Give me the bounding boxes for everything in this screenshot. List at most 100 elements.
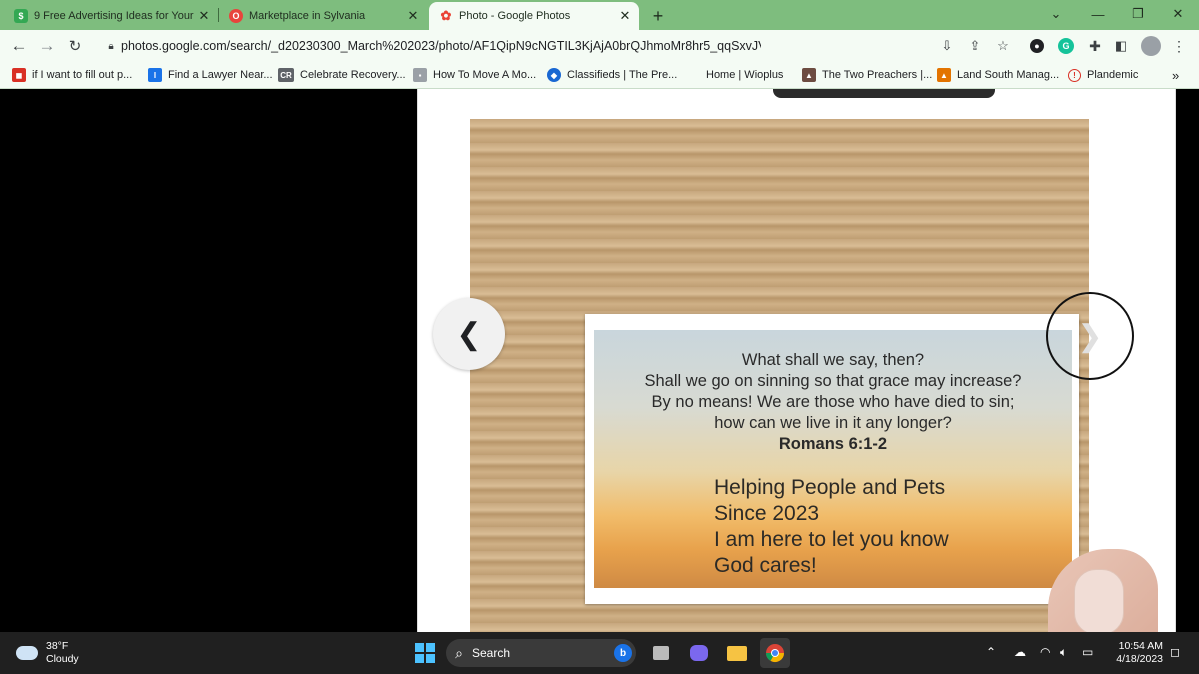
- bookmark-item[interactable]: I Find a Lawyer Near...: [148, 67, 273, 83]
- battery-icon[interactable]: ▭: [1082, 645, 1093, 659]
- bookmark-item[interactable]: ▲ The Two Preachers |...: [802, 67, 932, 83]
- tab-search-button[interactable]: ⌄: [1036, 0, 1076, 28]
- reload-button[interactable]: ↻: [64, 35, 86, 57]
- teams-chat-icon: [690, 645, 708, 661]
- file-explorer-button[interactable]: [722, 638, 752, 668]
- bookmark-label: Find a Lawyer Near...: [168, 69, 273, 81]
- weather-widget[interactable]: 38°F Cloudy: [16, 640, 79, 666]
- close-tab-icon[interactable]: ✕: [405, 8, 421, 24]
- previous-photo-button[interactable]: ❮: [433, 298, 505, 370]
- verse-line: By no means! We are those who have died …: [651, 393, 1015, 411]
- bookmark-label: Land South Manag...: [957, 69, 1060, 81]
- plus-icon: +: [652, 5, 664, 26]
- clock-date: 4/18/2023: [1116, 653, 1163, 665]
- tab-google-photos[interactable]: ✿ Photo - Google Photos ✕: [429, 2, 639, 30]
- side-panel-icon[interactable]: ◧: [1112, 37, 1130, 55]
- close-window-button[interactable]: ✕: [1158, 0, 1198, 28]
- tray-overflow-icon[interactable]: ⌃: [986, 645, 996, 659]
- url-text[interactable]: photos.google.com/search/_d20230300_Marc…: [121, 39, 761, 53]
- bookmark-item[interactable]: ◼ if I want to fill out p...: [12, 67, 132, 83]
- weather-temperature: 38°F: [46, 640, 69, 652]
- arrow-left-icon: ←: [10, 36, 28, 55]
- tagline-line: God cares!: [714, 554, 817, 577]
- restore-icon: ❐: [1132, 6, 1144, 21]
- bookmark-favicon-icon: ▲: [802, 68, 816, 82]
- search-label: Search: [472, 646, 511, 660]
- close-tab-icon[interactable]: ✕: [617, 8, 633, 24]
- chevron-down-icon: ⌄: [1050, 6, 1062, 21]
- extension-icon[interactable]: ●: [1030, 39, 1044, 53]
- verse-text: What shall we say, then? Shall we go on …: [594, 350, 1072, 455]
- minimize-icon: —: [1091, 6, 1105, 22]
- bookmark-label: How To Move A Mo...: [433, 69, 537, 81]
- install-app-icon[interactable]: ⇩: [938, 37, 956, 55]
- cloud-icon: [16, 646, 38, 660]
- chat-button[interactable]: [684, 638, 714, 668]
- verse-line: Shall we go on sinning so that grace may…: [644, 372, 1022, 390]
- tab-title: Marketplace in Sylvania: [249, 10, 366, 22]
- photo-image: What shall we say, then? Shall we go on …: [470, 119, 1158, 632]
- restore-button[interactable]: ❐: [1118, 0, 1158, 28]
- onedrive-icon[interactable]: ☁: [1014, 645, 1026, 659]
- bookmark-item[interactable]: Home | Wioplus: [686, 67, 783, 83]
- taskbar-search[interactable]: ⌕ Search b: [446, 639, 636, 667]
- avatar[interactable]: [1141, 36, 1161, 56]
- grammarly-icon[interactable]: G: [1058, 38, 1074, 54]
- more-bookmarks-button[interactable]: »: [1172, 67, 1179, 83]
- bookmark-favicon-icon: ▲: [937, 68, 951, 82]
- minimize-button[interactable]: —: [1078, 0, 1118, 28]
- close-tab-icon[interactable]: ✕: [196, 8, 212, 24]
- bookmark-item[interactable]: ▪ How To Move A Mo...: [413, 67, 536, 83]
- search-icon: ⌕: [455, 644, 463, 661]
- marketplace-icon: O: [229, 9, 243, 23]
- folder-icon: [727, 645, 747, 661]
- thumbnail-nail: [1074, 569, 1124, 632]
- verse-line: how can we live in it any longer?: [714, 414, 952, 432]
- notifications-icon[interactable]: ◻: [1170, 645, 1180, 659]
- verse-reference: Romans 6:1-2: [778, 435, 888, 453]
- bookmark-favicon-icon: ▪: [413, 68, 427, 82]
- wifi-icon[interactable]: ◠: [1040, 645, 1050, 659]
- bookmark-item[interactable]: ▲ Land South Manag...: [937, 67, 1059, 83]
- bookmark-item[interactable]: CR Celebrate Recovery...: [278, 67, 406, 83]
- chrome-taskbar-button[interactable]: [760, 638, 790, 668]
- bookmark-label: Plandemic: [1087, 69, 1139, 81]
- new-tab-button[interactable]: +: [645, 2, 671, 30]
- volume-icon[interactable]: 🔈︎: [1060, 645, 1067, 660]
- next-photo-button[interactable]: ❯: [1046, 292, 1134, 380]
- tagline-line: Helping People and Pets: [714, 476, 946, 499]
- verse-line: What shall we say, then?: [741, 351, 925, 369]
- puzzle-icon[interactable]: ✚: [1086, 37, 1104, 55]
- bookmark-favicon-icon: [686, 68, 700, 82]
- task-view-button[interactable]: [646, 638, 676, 668]
- bookmark-favicon-icon: !: [1068, 68, 1081, 82]
- bing-icon: b: [614, 644, 632, 662]
- share-icon[interactable]: ⇪: [966, 37, 984, 55]
- close-icon: ✕: [1172, 6, 1184, 21]
- chrome-icon: [766, 644, 784, 663]
- bookmark-favicon-icon: ◼: [12, 68, 26, 82]
- tab-title: 9 Free Advertising Ideas for Your: [34, 10, 194, 22]
- tab-advertising-ideas[interactable]: $ 9 Free Advertising Ideas for Your ✕: [4, 2, 218, 30]
- back-button[interactable]: ←: [8, 35, 30, 57]
- tab-marketplace[interactable]: O Marketplace in Sylvania ✕: [219, 2, 427, 30]
- bookmark-label: Home | Wioplus: [706, 69, 784, 81]
- lock-icon: 🔒︎: [108, 40, 114, 52]
- chevron-right-icon: ❯: [1077, 319, 1103, 353]
- tab-strip: $ 9 Free Advertising Ideas for Your ✕ O …: [0, 0, 1199, 30]
- bookmark-star-icon[interactable]: ☆: [994, 37, 1012, 55]
- bookmark-item[interactable]: ! Plandemic: [1068, 67, 1138, 83]
- dollar-icon: $: [14, 9, 28, 23]
- forward-button[interactable]: →: [36, 35, 58, 57]
- task-view-icon: [653, 646, 669, 660]
- bookmark-label: if I want to fill out p...: [32, 69, 133, 81]
- bookmark-label: Celebrate Recovery...: [300, 69, 406, 81]
- menu-kebab-icon[interactable]: ⋮: [1170, 37, 1188, 55]
- bookmark-item[interactable]: ◆ Classifieds | The Pre...: [547, 67, 677, 83]
- taskbar-clock[interactable]: 10:54 AM 4/18/2023: [1108, 640, 1163, 666]
- viewer-top-bar: [773, 89, 995, 98]
- photo-viewer: What shall we say, then? Shall we go on …: [0, 89, 1199, 632]
- windows-logo-icon: [415, 643, 435, 663]
- address-bar[interactable]: 🔒︎ photos.google.com/search/_d20230300_M…: [95, 34, 1020, 58]
- start-button[interactable]: [410, 638, 440, 668]
